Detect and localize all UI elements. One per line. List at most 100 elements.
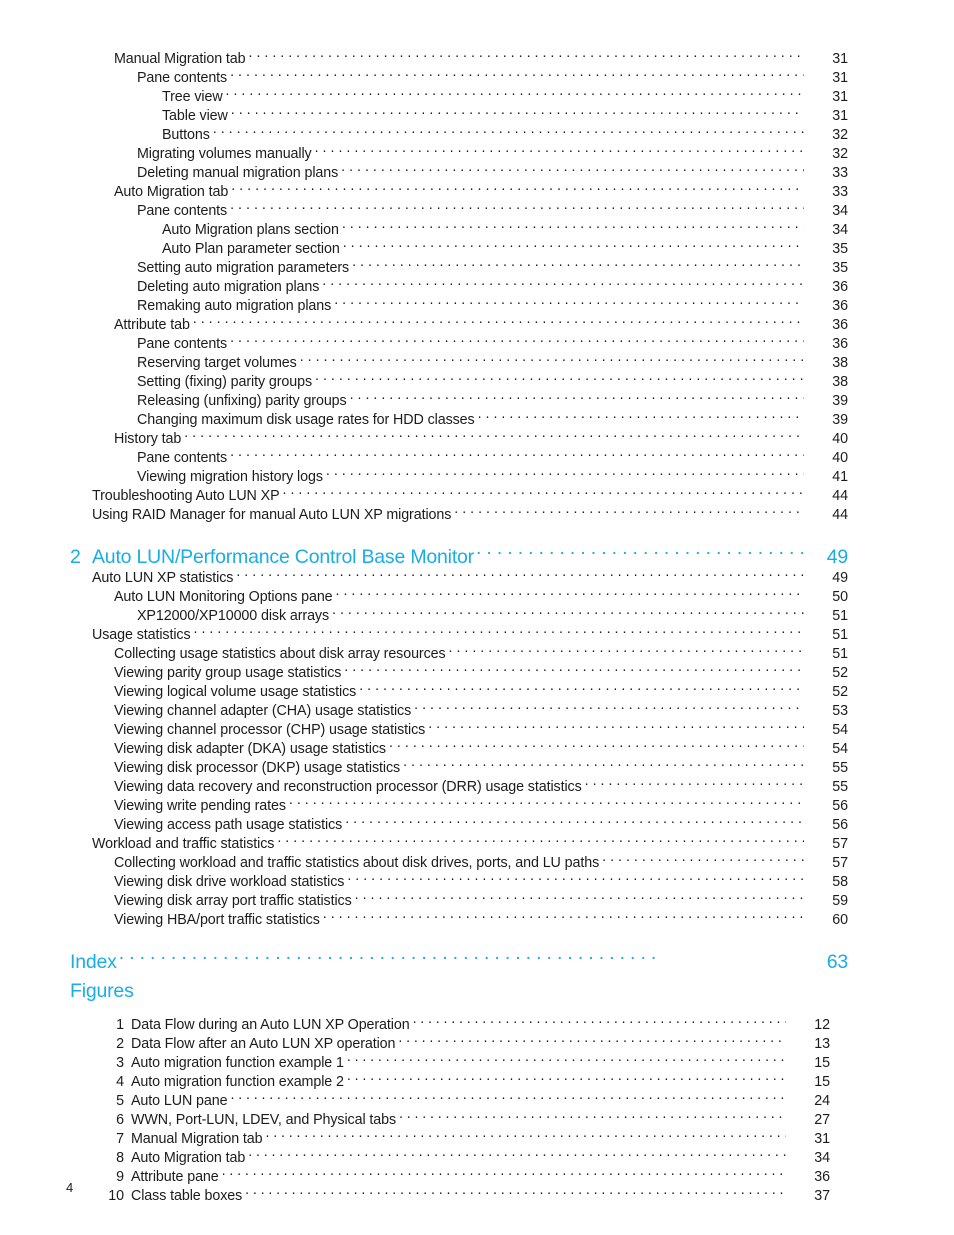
figure-page-number: 34 bbox=[814, 1150, 830, 1166]
toc-entry-page-number: 51 bbox=[832, 608, 848, 624]
toc-entry-page-number: 51 bbox=[832, 646, 848, 662]
toc-entry[interactable]: Table view31 bbox=[0, 101, 848, 124]
toc-entry[interactable]: Auto Plan parameter section 35 bbox=[0, 234, 848, 257]
toc-section-chapter2: Auto LUN XP statistics 49 Auto LUN Monitor… bbox=[0, 563, 848, 928]
toc-entry-page-number: 55 bbox=[832, 779, 848, 795]
toc-entry[interactable]: Deleting auto migration plans 36 bbox=[0, 272, 848, 295]
toc-entry[interactable]: Changing maximum disk usage rates for HD… bbox=[0, 405, 848, 428]
dot-leader bbox=[476, 533, 804, 563]
toc-entry[interactable]: Setting (fixing) parity groups 38 bbox=[0, 367, 848, 390]
toc-entry[interactable]: Migrating volumes manually 32 bbox=[0, 139, 848, 162]
toc-entry[interactable]: Deleting manual migration plans33 bbox=[0, 158, 848, 181]
toc-entry-label: Using RAID Manager for manual Auto LUN X… bbox=[92, 507, 452, 523]
dot-leader bbox=[230, 63, 804, 82]
dot-leader bbox=[347, 1067, 786, 1086]
figure-page-number: 12 bbox=[814, 1017, 830, 1033]
figure-entry[interactable]: 7 Manual Migration tab 31 bbox=[0, 1124, 848, 1147]
toc-entry-page-number: 38 bbox=[832, 374, 848, 390]
toc-entry-page-number: 57 bbox=[832, 836, 848, 852]
toc-entry[interactable]: Tree view 31 bbox=[0, 82, 848, 105]
dot-leader bbox=[334, 291, 804, 310]
figure-entry[interactable]: 3 Auto migration function example 1 15 bbox=[0, 1048, 848, 1071]
figure-page-number: 24 bbox=[814, 1093, 830, 1109]
toc-entry-label: Pane contents bbox=[137, 336, 228, 352]
figure-number: 7 bbox=[116, 1131, 124, 1147]
dot-leader bbox=[414, 696, 804, 715]
toc-entry-page-number: 44 bbox=[832, 507, 848, 523]
figure-number: 4 bbox=[116, 1074, 124, 1090]
toc-entry-page-number: 44 bbox=[832, 488, 848, 504]
toc-entry[interactable]: Viewing migration history logs41 bbox=[0, 462, 848, 485]
dot-leader bbox=[449, 639, 804, 658]
toc-entry[interactable]: Auto Migration tab 33 bbox=[0, 177, 848, 200]
figure-number: 10 bbox=[108, 1188, 124, 1204]
toc-entry[interactable]: Setting auto migration parameters 35 bbox=[0, 253, 848, 276]
figure-entry[interactable]: 10 Class table boxes 37 bbox=[0, 1181, 848, 1204]
dot-leader bbox=[389, 734, 804, 753]
toc-entry-label: Manual Migration tab bbox=[114, 51, 246, 67]
dot-leader bbox=[428, 715, 804, 734]
toc-entry-page-number: 59 bbox=[832, 893, 848, 909]
table-of-contents: Manual Migration tab31Pane contents31Tre… bbox=[0, 44, 954, 1204]
toc-entry[interactable]: Remaking auto migration plans36 bbox=[0, 291, 848, 314]
figure-page-number: 36 bbox=[814, 1169, 830, 1185]
dot-leader bbox=[230, 196, 804, 215]
dot-leader bbox=[344, 658, 804, 677]
toc-entry-label: Setting (fixing) parity groups bbox=[137, 374, 312, 390]
toc-entry-page-number: 56 bbox=[832, 798, 848, 814]
toc-entry-page-number: 31 bbox=[832, 70, 848, 86]
toc-entry[interactable]: Releasing (unfixing) parity groups 39 bbox=[0, 386, 848, 409]
toc-entry-page-number: 50 bbox=[832, 589, 848, 605]
dot-leader bbox=[193, 310, 804, 329]
toc-entry-page-number: 35 bbox=[832, 241, 848, 257]
dot-leader bbox=[347, 1048, 786, 1067]
dot-leader bbox=[454, 500, 804, 519]
dot-leader bbox=[231, 177, 804, 196]
toc-entry-label: Troubleshooting Auto LUN XP bbox=[92, 488, 280, 504]
toc-entry-page-number: 52 bbox=[832, 684, 848, 700]
figure-entry[interactable]: 2 Data Flow after an Auto LUN XP operatio… bbox=[0, 1029, 848, 1052]
figure-entry[interactable]: 5 Auto LUN pane 24 bbox=[0, 1086, 848, 1109]
toc-entry[interactable]: History tab 40 bbox=[0, 424, 848, 447]
figure-entry[interactable]: 4Auto migration function example 215 bbox=[0, 1067, 848, 1090]
figure-entry[interactable]: 6WWN, Port-LUN, LDEV, and Physical tabs2… bbox=[0, 1105, 848, 1128]
toc-entry[interactable]: Reserving target volumes 38 bbox=[0, 348, 848, 371]
toc-entry-page-number: 57 bbox=[832, 855, 848, 871]
toc-entry[interactable]: Usage statistics 51 bbox=[0, 620, 848, 643]
toc-entry[interactable]: Attribute tab 36 bbox=[0, 310, 848, 333]
toc-chapter-heading[interactable]: 2 Auto LUN/Performance Control Base Moni… bbox=[0, 533, 848, 568]
toc-entry-page-number: 54 bbox=[832, 741, 848, 757]
figure-entry[interactable]: 1 Data Flow during an Auto LUN XP Operati… bbox=[0, 1010, 848, 1033]
toc-entry[interactable]: Troubleshooting Auto LUN XP 44 bbox=[0, 481, 848, 504]
toc-entry[interactable]: Manual Migration tab 31 bbox=[0, 44, 848, 67]
toc-entry-page-number: 31 bbox=[832, 89, 848, 105]
toc-entry[interactable]: Auto Migration plans section 34 bbox=[0, 215, 848, 238]
figure-entry[interactable]: 9 Attribute pane 36 bbox=[0, 1162, 848, 1185]
toc-entry-page-number: 33 bbox=[832, 165, 848, 181]
toc-entry-page-number: 41 bbox=[832, 469, 848, 485]
dot-leader bbox=[341, 158, 804, 177]
dot-leader bbox=[213, 120, 804, 139]
figure-label: Class table boxes bbox=[131, 1188, 243, 1204]
toc-entry-page-number: 36 bbox=[832, 317, 848, 333]
toc-index-entry[interactable]: Index 63 bbox=[0, 938, 848, 973]
dot-leader bbox=[248, 1143, 786, 1162]
figure-entry[interactable]: 8Auto Migration tab34 bbox=[0, 1143, 848, 1166]
toc-entry[interactable]: Buttons 32 bbox=[0, 120, 848, 143]
toc-entry-label: Migrating volumes manually bbox=[137, 146, 312, 162]
toc-entry-label: Viewing channel adapter (CHA) usage stat… bbox=[114, 703, 412, 719]
dot-leader bbox=[343, 234, 804, 253]
figure-page-number: 13 bbox=[814, 1036, 830, 1052]
toc-entry-page-number: 36 bbox=[832, 298, 848, 314]
toc-entry-page-number: 31 bbox=[832, 108, 848, 124]
dot-leader bbox=[399, 1105, 786, 1124]
toc-entry-label: Tree view bbox=[162, 89, 223, 105]
toc-entry-page-number: 56 bbox=[832, 817, 848, 833]
dot-leader bbox=[230, 443, 804, 462]
dot-leader bbox=[336, 582, 804, 601]
toc-entry-label: Usage statistics bbox=[92, 627, 191, 643]
toc-entry-label: Pane contents bbox=[137, 450, 228, 466]
dot-leader bbox=[249, 44, 804, 63]
toc-entry-page-number: 31 bbox=[832, 51, 848, 67]
toc-entry-page-number: 53 bbox=[832, 703, 848, 719]
